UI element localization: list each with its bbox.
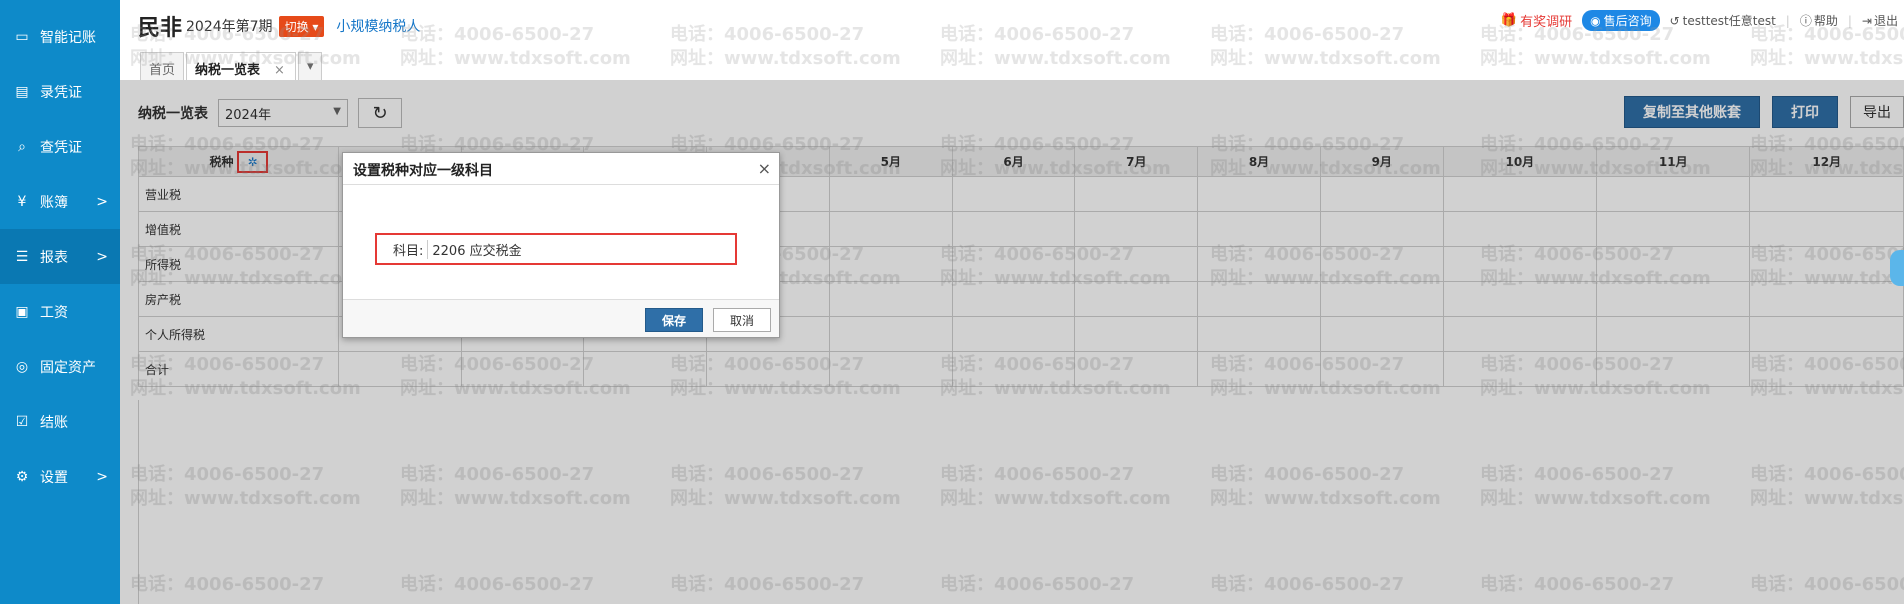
company-name: 民非 [138, 16, 183, 41]
divider: | [1847, 13, 1852, 28]
user-menu[interactable]: ↺ testtest任意test [1670, 12, 1776, 29]
chevron-right-icon: > [96, 468, 108, 485]
cancel-button[interactable]: 取消 [713, 308, 771, 332]
sidebar-item-label: 设置 [40, 469, 68, 486]
search-icon: ⌕ [18, 138, 26, 155]
sidebar-item-6[interactable]: ◎ 固定资产 [0, 339, 120, 394]
sidebar-item-1[interactable]: ▤ 录凭证 [0, 64, 120, 119]
consult-label: 售后咨询 [1603, 14, 1652, 28]
sidebar-item-3[interactable]: ¥ 账簿 > [0, 174, 120, 229]
sidebar-item-label: 固定资产 [40, 359, 96, 376]
title-row: 民非 2024年第7期 切换 ▾ 小规模纳税人 [138, 10, 420, 42]
sidebar-item-0[interactable]: ▭ 智能记账 [0, 9, 120, 64]
help-label: 帮助 [1813, 14, 1838, 28]
help-link[interactable]: ⓘ 帮助 [1800, 12, 1838, 29]
set-tax-account-dialog: 设置税种对应一级科目 × 科目: 2206 应交税金 保存 取消 [342, 152, 780, 338]
sidebar-item-label: 工资 [40, 304, 68, 321]
account-field[interactable]: 科目: 2206 应交税金 [375, 233, 737, 265]
voucher-icon: ▤ [15, 83, 29, 100]
prize-label: 有奖调研 [1520, 15, 1573, 30]
logout-icon: ⇥ [1861, 13, 1872, 28]
asset-icon: ◎ [15, 358, 29, 375]
sidebar-item-label: 查凭证 [40, 139, 82, 156]
switch-user-icon: ↺ [1669, 13, 1680, 28]
sidebar-item-2[interactable]: ⌕ 查凭证 [0, 119, 120, 174]
taxpayer-type-link[interactable]: 小规模纳税人 [336, 16, 420, 36]
sidebar-item-label: 智能记账 [40, 29, 96, 46]
yen-icon: ¥ [17, 193, 27, 210]
chevron-right-icon: > [96, 248, 108, 265]
eye-icon: ◉ [1590, 13, 1601, 28]
close-icon[interactable]: × [758, 159, 771, 178]
tab-dropdown-button[interactable]: ▾ [297, 52, 323, 80]
dialog-title: 设置税种对应一级科目 [353, 163, 493, 179]
user-name: testtest任意test [1682, 14, 1776, 28]
sidebar-item-7[interactable]: ☑ 结账 [0, 394, 120, 449]
sidebar-item-label: 账簿 [40, 194, 68, 211]
monitor-icon: ▭ [15, 28, 29, 45]
sidebar-item-label: 报表 [40, 249, 68, 266]
wallet-icon: ▣ [15, 303, 29, 320]
logout-link[interactable]: ⇥ 退出 [1862, 12, 1898, 29]
tab-tax-overview[interactable]: 纳税一览表 × [186, 52, 296, 80]
gift-icon: 🎁 [1500, 13, 1518, 28]
sidebar-item-label: 结账 [40, 414, 68, 431]
logout-label: 退出 [1873, 14, 1898, 28]
help-icon: ⓘ [1799, 14, 1812, 28]
header: 民非 2024年第7期 切换 ▾ 小规模纳税人 首页 纳税一览表 × ▾ 🎁 有奖调… [120, 0, 1904, 80]
floating-assistant-icon[interactable] [1890, 250, 1904, 286]
after-sales-consult-button[interactable]: ◉ 售后咨询 [1582, 10, 1660, 31]
close-icon[interactable]: × [274, 63, 285, 78]
sidebar: ▭ 智能记账 ▤ 录凭证 ⌕ 查凭证 ¥ 账簿 > ☰ 报表 > ▣ 工资 ◎ 固定资产 ☑ 结账 ⚙ 设置 > [0, 0, 120, 604]
check-icon: ☑ [15, 413, 29, 430]
chevron-right-icon: > [96, 193, 108, 210]
prize-survey-link[interactable]: 🎁 有奖调研 [1501, 11, 1572, 30]
dialog-header: 设置税种对应一级科目 × [343, 153, 779, 185]
sidebar-item-4[interactable]: ☰ 报表 > [0, 229, 120, 284]
gear-icon: ⚙ [15, 468, 29, 485]
dialog-footer: 保存 取消 [343, 299, 779, 337]
sidebar-item-5[interactable]: ▣ 工资 [0, 284, 120, 339]
save-button[interactable]: 保存 [645, 308, 703, 332]
tab-bar: 首页 纳税一览表 × ▾ [140, 48, 324, 80]
account-label: 科目: [393, 243, 424, 259]
tab-label: 纳税一览表 [195, 63, 261, 78]
period-label: 2024年第7期 [186, 19, 273, 35]
divider: | [1785, 13, 1790, 28]
sidebar-item-label: 录凭证 [40, 84, 82, 101]
top-right-links: 🎁 有奖调研 ◉ 售后咨询 ↺ testtest任意test | ⓘ 帮助 | ⇥ 退出 [1491, 10, 1904, 31]
sidebar-item-8[interactable]: ⚙ 设置 > [0, 449, 120, 504]
report-icon: ☰ [15, 248, 29, 265]
switch-period-button[interactable]: 切换 ▾ [278, 15, 325, 37]
tab-home[interactable]: 首页 [140, 52, 185, 80]
account-input[interactable]: 2206 应交税金 [427, 239, 522, 259]
